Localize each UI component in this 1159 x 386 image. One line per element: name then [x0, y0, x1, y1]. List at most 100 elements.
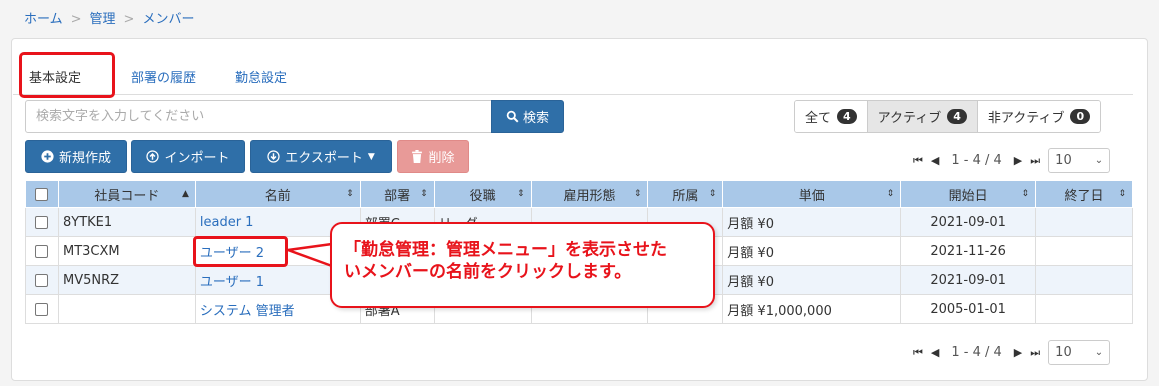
count-badge: 4 [947, 109, 967, 124]
cell-price: 月額 ¥0 [722, 207, 902, 237]
pager-top: ⏮ ◀ 1 - 4 / 4 ▶ ⏭ 10 ⌄ [913, 148, 1111, 173]
column-header-price[interactable]: 単価 ⇕ [722, 180, 902, 208]
search-button[interactable]: 検索 [491, 100, 564, 133]
filter-inactive[interactable]: 非アクティブ 0 [977, 101, 1101, 132]
page-size-select[interactable]: 10 ⌄ [1048, 148, 1111, 173]
new-button[interactable]: 新規作成 [25, 140, 127, 173]
import-button-label: インポート [164, 151, 230, 166]
page-size-value: 10 [1055, 345, 1072, 360]
cell-price: 月額 ¥0 [722, 265, 902, 295]
breadcrumb-admin[interactable]: 管理 [90, 12, 116, 27]
cell-code: MV5NRZ [57, 265, 196, 295]
select-all-header [25, 180, 59, 208]
count-badge: 0 [1070, 109, 1091, 124]
page-range: 1 - 4 / 4 [951, 153, 1002, 168]
cell-code: 8YTKE1 [57, 207, 196, 237]
breadcrumb-home[interactable]: ホーム [24, 12, 63, 27]
cell-start-date: 2021-09-01 [900, 265, 1037, 295]
column-header-dept[interactable]: 部署 ⇕ [359, 180, 435, 208]
delete-button[interactable]: 削除 [397, 140, 469, 173]
prev-page-icon[interactable]: ◀ [931, 154, 939, 167]
sort-icon: ⇕ [886, 189, 895, 199]
column-header-end-date[interactable]: 終了日 ⇕ [1035, 180, 1133, 208]
filter-inactive-label: 非アクティブ [987, 111, 1065, 126]
row-checkbox[interactable] [35, 244, 49, 258]
filter-all-label: 全て [805, 111, 832, 126]
tab-bar: 基本設定 部署の履歴 勤怠設定 [13, 55, 1133, 95]
plus-circle-icon [41, 150, 54, 163]
sort-icon: ⇕ [420, 189, 428, 199]
column-header-code[interactable]: 社員コード ▲ [57, 180, 196, 208]
cell-end-date [1035, 265, 1133, 295]
breadcrumb-separator: > [123, 12, 135, 27]
breadcrumb-separator: > [70, 12, 82, 27]
count-badge: 4 [837, 109, 857, 124]
download-icon [267, 150, 280, 163]
cell-end-date [1035, 207, 1133, 237]
sort-asc-icon: ▲ [181, 189, 189, 199]
search-input[interactable] [25, 100, 492, 133]
breadcrumb-members[interactable]: メンバー [142, 12, 194, 27]
page-size-select[interactable]: 10 ⌄ [1048, 340, 1111, 365]
name-highlight-box [193, 236, 288, 267]
column-header-name[interactable]: 名前 ⇕ [194, 180, 361, 208]
callout-tail [286, 242, 333, 268]
search-icon [506, 110, 519, 123]
cell-code: MT3CXM [57, 236, 196, 266]
delete-button-label: 削除 [428, 151, 455, 166]
sort-icon: ⇕ [1118, 189, 1126, 199]
page-range: 1 - 4 / 4 [951, 345, 1002, 360]
callout-line-2: いメンバーの名前をクリックします。 [344, 262, 632, 282]
row-checkbox-cell [25, 265, 59, 295]
page-size-value: 10 [1055, 153, 1072, 168]
upload-icon [146, 150, 160, 163]
search-button-label: 検索 [522, 111, 549, 126]
first-page-icon[interactable]: ⏮ [913, 154, 923, 168]
tab-highlight-box [19, 52, 115, 98]
new-button-label: 新規作成 [58, 151, 111, 166]
first-page-icon[interactable]: ⏮ [913, 346, 923, 360]
column-header-position[interactable]: 役職 ⇕ [433, 180, 532, 208]
status-filter: 全て 4 アクティブ 4 非アクティブ 0 [794, 100, 1102, 133]
row-checkbox[interactable] [35, 302, 49, 316]
cell-price: 月額 ¥0 [722, 236, 902, 266]
chevron-down-icon: ⌄ [1094, 155, 1104, 166]
last-page-icon[interactable]: ⏭ [1030, 346, 1040, 360]
next-page-icon[interactable]: ▶ [1014, 154, 1022, 167]
prev-page-icon[interactable]: ◀ [931, 346, 939, 359]
row-checkbox-cell [25, 294, 59, 324]
sort-icon: ⇕ [633, 189, 642, 199]
last-page-icon[interactable]: ⏭ [1030, 154, 1040, 168]
column-header-employment[interactable]: 雇用形態 ⇕ [530, 180, 649, 208]
table-header-row: 社員コード ▲ 名前 ⇕ 部署 ⇕ 役職 ⇕ 雇用形態 ⇕ 所属 ⇕ 単価 ⇕ 開始日 ⇕ 終了… [25, 180, 1133, 208]
cell-end-date [1035, 236, 1133, 266]
filter-active-label: アクティブ [877, 111, 942, 126]
select-all-checkbox[interactable] [35, 187, 49, 201]
chevron-down-icon: ⌄ [1094, 347, 1104, 358]
cell-price: 月額 ¥1,000,000 [722, 294, 902, 324]
column-header-start-date[interactable]: 開始日 ⇕ [900, 180, 1037, 208]
row-checkbox[interactable] [35, 273, 49, 287]
pager-bottom: ⏮ ◀ 1 - 4 / 4 ▶ ⏭ 10 ⌄ [913, 340, 1111, 365]
sort-icon: ⇕ [346, 189, 354, 199]
filter-all[interactable]: 全て 4 [795, 101, 868, 132]
tab-department-history[interactable]: 部署の履歴 [131, 67, 196, 86]
tab-attendance-settings[interactable]: 勤怠設定 [235, 67, 287, 86]
callout-line-1: 「勤怠管理：管理メニュー」を表示させた [344, 240, 667, 260]
row-checkbox-cell [25, 236, 59, 266]
row-checkbox-cell [25, 207, 59, 237]
export-dropdown-button[interactable]: エクスポート ▼ [250, 140, 392, 173]
trash-icon [412, 150, 423, 163]
cell-start-date: 2021-11-26 [900, 236, 1037, 266]
next-page-icon[interactable]: ▶ [1014, 346, 1022, 359]
instruction-callout: 「勤怠管理：管理メニュー」を表示させた いメンバーの名前をクリックします。 [330, 222, 715, 308]
breadcrumb: ホーム > 管理 > メンバー [24, 8, 194, 27]
import-button[interactable]: インポート [131, 140, 245, 173]
sort-icon: ⇕ [708, 189, 717, 199]
filter-active[interactable]: アクティブ 4 [867, 101, 978, 132]
export-button-label: エクスポート [285, 151, 363, 166]
cell-start-date: 2021-09-01 [900, 207, 1037, 237]
cell-code [57, 294, 196, 324]
row-checkbox[interactable] [35, 215, 49, 229]
column-header-affiliation[interactable]: 所属 ⇕ [647, 180, 724, 208]
